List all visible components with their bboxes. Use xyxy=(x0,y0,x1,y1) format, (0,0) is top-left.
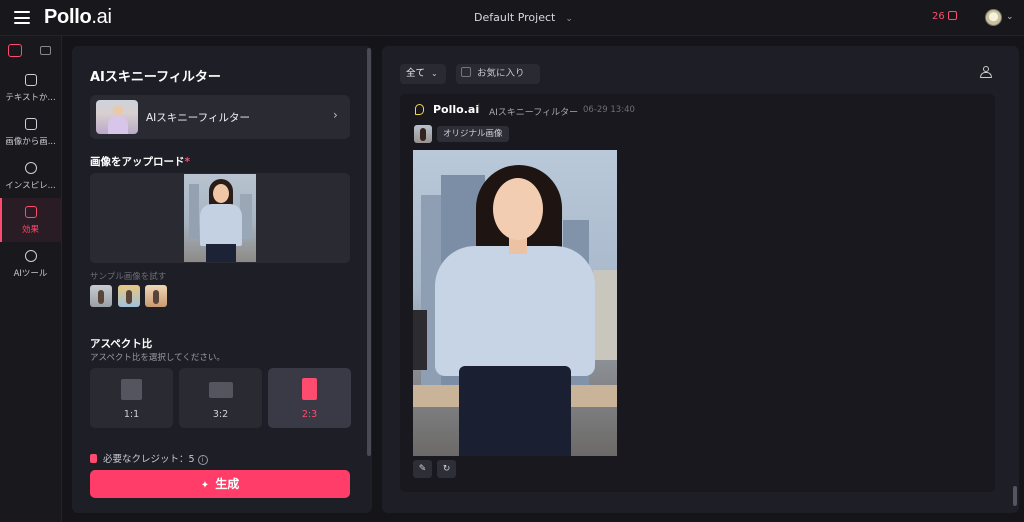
credits-needed-text: 必要なクレジット：5 xyxy=(103,454,195,465)
nav-item-ai-tools[interactable]: AIツール xyxy=(0,242,61,286)
mode-toggle xyxy=(0,36,61,66)
result-card: Pollo.ai | AIスキニーフィルター 06-29 13:40 オリジナル… xyxy=(400,94,995,492)
upload-label-text: 画像をアップロード xyxy=(90,156,185,168)
result-timestamp: 06-29 13:40 xyxy=(583,105,635,115)
nav-item-inspiration[interactable]: インスピレ... xyxy=(0,154,61,198)
chevron-right-icon: › xyxy=(333,108,338,122)
uploaded-image xyxy=(184,174,256,262)
chevron-down-icon: ⌄ xyxy=(431,69,438,78)
chevron-down-icon: ⌄ xyxy=(565,14,573,24)
sample-image[interactable] xyxy=(117,285,140,307)
original-thumbnail[interactable] xyxy=(414,125,432,143)
sparkle-icon: ✦ xyxy=(200,480,210,491)
logo-text: Pollo xyxy=(44,6,92,28)
coin-icon xyxy=(947,11,957,20)
nav-item-effects[interactable]: 効果 xyxy=(0,198,61,242)
aspect-option-1-1[interactable]: 1:1 xyxy=(90,368,173,428)
result-image[interactable] xyxy=(413,150,617,456)
result-brand: Pollo.ai xyxy=(433,103,480,116)
compass-icon xyxy=(24,162,37,174)
text-image-icon xyxy=(24,74,37,86)
filter-thumbnail xyxy=(96,100,138,134)
results-scrollbar[interactable] xyxy=(1013,486,1017,506)
credits-needed: 必要なクレジット：5 i xyxy=(90,451,208,465)
video-mode-icon[interactable] xyxy=(40,46,51,55)
panel-scrollbar[interactable] xyxy=(367,48,371,456)
effects-icon xyxy=(24,206,37,218)
project-name: Default Project xyxy=(474,11,556,24)
settings-panel: AIスキニーフィルター AIスキニーフィルター › 画像をアップロード* サンプ… xyxy=(72,46,372,513)
refresh-icon[interactable]: ↻ xyxy=(437,460,456,478)
nav-item-text-to-image[interactable]: テキストか... xyxy=(0,66,61,110)
nav-label: AIツール xyxy=(13,269,48,279)
hamburger-icon[interactable] xyxy=(14,11,30,24)
image-mode-icon[interactable] xyxy=(8,44,22,57)
result-tool: AIスキニーフィルター xyxy=(489,108,579,118)
upload-dropzone[interactable] xyxy=(90,173,350,263)
coin-icon xyxy=(90,454,97,463)
nav-label: テキストか... xyxy=(5,93,56,103)
aspect-label: 1:1 xyxy=(123,409,140,420)
sample-image[interactable] xyxy=(145,285,167,307)
filter-selector[interactable]: AIスキニーフィルター › xyxy=(90,95,350,139)
favorites-label: お気に入り xyxy=(477,68,525,79)
project-selector[interactable]: Default Project ⌄ xyxy=(474,11,573,24)
person-icon[interactable] xyxy=(980,66,992,78)
favorites-toggle[interactable]: お気に入り xyxy=(456,64,540,84)
filter-name: AIスキニーフィルター xyxy=(146,112,250,124)
nav-label: 画像から画... xyxy=(5,137,56,147)
generate-button[interactable]: ✦ 生成 xyxy=(90,470,350,498)
aspect-label: 2:3 xyxy=(301,409,318,420)
generate-label: 生成 xyxy=(215,477,240,491)
upload-label: 画像をアップロード* xyxy=(90,154,190,169)
image-image-icon xyxy=(24,118,37,130)
pencil-icon[interactable]: ✎ xyxy=(413,460,432,478)
aspect-option-2-3[interactable]: 2:3 xyxy=(268,368,351,428)
info-icon[interactable]: i xyxy=(197,455,208,465)
filter-value: 全て xyxy=(406,68,426,79)
original-image-tag: オリジナル画像 xyxy=(437,126,509,142)
aspect-title: アスペクト比 xyxy=(90,338,153,350)
aspect-label: 3:2 xyxy=(212,409,229,420)
logo[interactable]: Pollo.ai xyxy=(44,6,112,29)
filter-dropdown[interactable]: 全て ⌄ xyxy=(400,64,446,84)
sample-label: サンプル画像を試す xyxy=(90,272,167,282)
results-area: 全て ⌄ お気に入り Pollo.ai | AIスキニーフィルター 06-29 1… xyxy=(382,46,1019,513)
top-bar: Pollo.ai Default Project ⌄ 26 ⌄ xyxy=(0,0,1024,36)
checkbox[interactable] xyxy=(461,67,471,77)
aspect-option-3-2[interactable]: 3:2 xyxy=(179,368,262,428)
logo-suffix: .ai xyxy=(91,6,112,28)
pollo-logo-icon xyxy=(415,104,424,115)
separator: | xyxy=(477,103,481,114)
chevron-down-icon[interactable]: ⌄ xyxy=(1006,12,1014,22)
nav-label: インスピレ... xyxy=(5,181,56,191)
sample-images xyxy=(90,285,169,310)
required-mark: * xyxy=(184,156,191,168)
panel-title: AIスキニーフィルター xyxy=(90,70,221,85)
aspect-subtitle: アスペクト比を選択してください。 xyxy=(90,353,225,363)
left-nav: テキストか... 画像から画... インスピレ... 効果 AIツール xyxy=(0,36,62,522)
credits-counter[interactable]: 26 xyxy=(932,11,957,22)
square-shape-icon xyxy=(121,379,142,400)
landscape-shape-icon xyxy=(209,382,233,398)
nav-item-image-to-image[interactable]: 画像から画... xyxy=(0,110,61,154)
portrait-shape-icon xyxy=(302,378,317,400)
credits-value: 26 xyxy=(932,11,945,22)
nav-label: 効果 xyxy=(21,225,39,235)
avatar[interactable] xyxy=(985,9,1002,26)
tools-icon xyxy=(24,250,37,262)
sample-image[interactable] xyxy=(90,285,112,307)
